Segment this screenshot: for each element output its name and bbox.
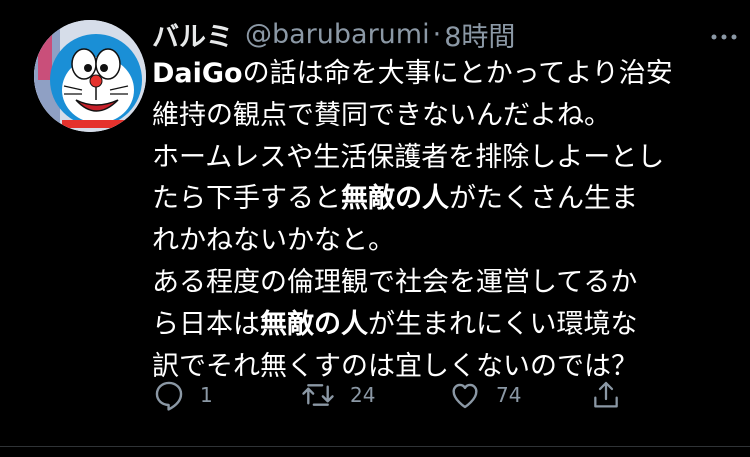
tweet-text-bold: DaiGo [152,58,243,89]
tweet-text-segment: たら下手すると [152,183,341,215]
retweet-icon [302,384,334,406]
tweet-text-segment: ある程度の倫理観で社会を運営してるか [152,266,638,298]
more-options-button[interactable] [704,22,744,52]
tweet-text-line: れかねないかなと。 [152,220,744,262]
tweet[interactable]: バルミ @barubarumi · 8時間 DaiGoの話は命を大事にとかってよ… [0,0,750,457]
tweet-text-line: ある程度の倫理観で社会を運営してるか [152,262,744,304]
tweet-text: DaiGoの話は命を大事にとかってより治安維持の観点で賛同できないんだよね。ホー… [152,53,744,387]
more-icon [711,34,737,40]
reply-button[interactable]: 1 [152,372,213,418]
retweet-button[interactable]: 24 [300,372,375,418]
tweet-text-bold: 無敵の人 [260,308,368,340]
tweet-text-segment: れかねないかなと。 [152,225,395,257]
tweet-text-line: DaiGoの話は命を大事にとかってより治安 [152,53,744,95]
display-name[interactable]: バルミ [152,15,233,54]
avatar[interactable] [34,20,146,132]
user-handle[interactable]: @barubarumi [245,19,430,50]
tweet-text-segment: ら日本は [152,308,260,340]
divider [0,446,750,447]
tweet-text-segment: が生まれにくい環境な [368,308,638,340]
avatar-image [34,20,146,132]
share-icon [594,381,618,408]
tweet-text-segment: 維持の観点で賛同できないんだよね。 [152,99,611,131]
share-button[interactable] [590,372,622,418]
tweet-text-bold: 無敵の人 [341,183,449,215]
like-count: 74 [496,383,522,407]
tweet-text-line: たら下手すると無敵の人がたくさん生ま [152,178,744,220]
tweet-actions: 1 24 74 [150,372,630,418]
tweet-text-line: 維持の観点で賛同できないんだよね。 [152,95,744,137]
separator-dot: · [432,18,442,50]
reply-icon [155,381,183,411]
like-button[interactable]: 74 [448,372,521,418]
heart-icon [452,383,478,409]
tweet-text-segment: ホームレスや生活保護者を排除しよーとし [152,141,665,173]
timestamp[interactable]: 8時間 [444,15,515,54]
tweet-text-line: ホームレスや生活保護者を排除しよーとし [152,137,744,179]
reply-count: 1 [200,383,213,407]
retweet-count: 24 [350,383,376,407]
tweet-header: バルミ @barubarumi · 8時間 [152,14,515,54]
tweet-text-segment: がたくさん生ま [449,183,638,215]
tweet-text-segment: の話は命を大事にとかってより治安 [242,58,673,89]
tweet-text-line: ら日本は無敵の人が生まれにくい環境な [152,304,744,346]
